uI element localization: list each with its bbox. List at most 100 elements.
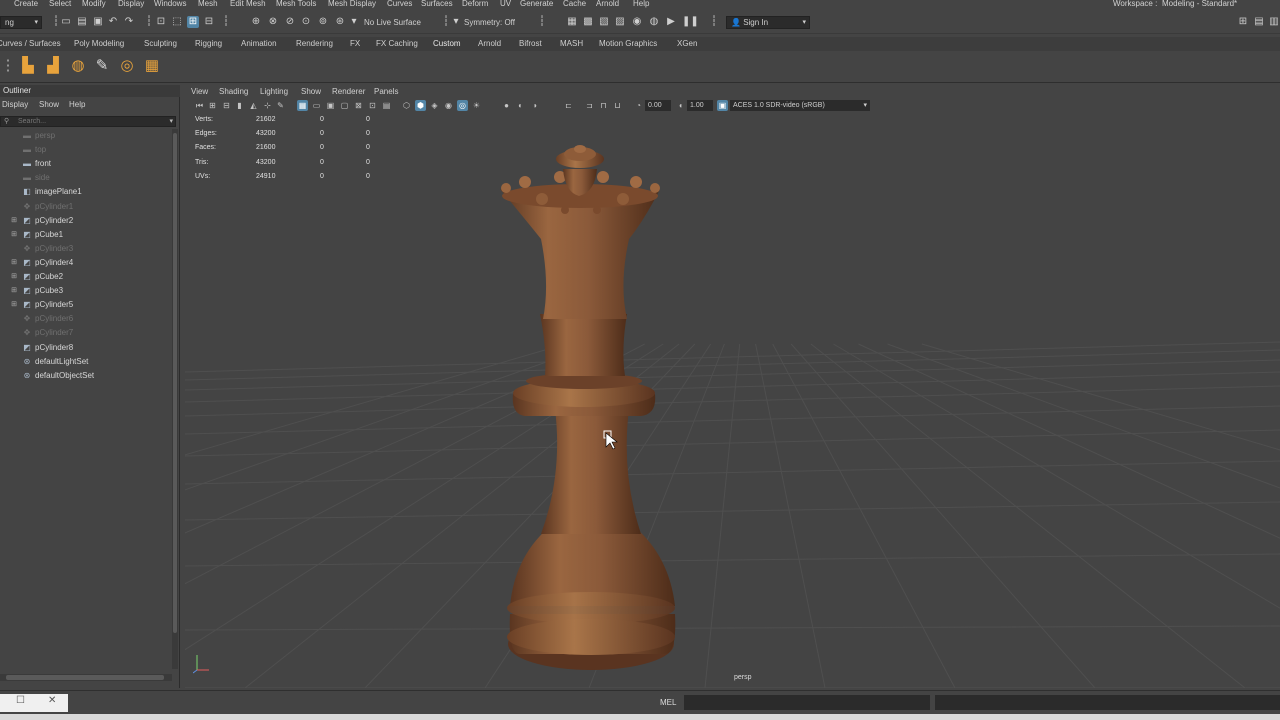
outliner-vertical-scrollbar[interactable] <box>172 129 178 669</box>
smooth-shade-icon[interactable]: ⬢ <box>415 100 426 111</box>
render-setup-icon[interactable]: ▶ <box>665 16 677 28</box>
shelf-tool-2-icon[interactable]: ▟ <box>43 56 63 76</box>
hypershade-icon[interactable]: ◍ <box>648 16 660 28</box>
chevron-down-icon[interactable]: ▾ <box>348 16 360 28</box>
shelf-tab-mash[interactable]: MASH <box>560 39 583 48</box>
outliner-item-pcube3[interactable]: ⊞ ◩ pCube3 <box>0 284 172 298</box>
save-scene-icon[interactable]: ▣ <box>92 16 104 28</box>
shelf-tab-fx[interactable]: FX <box>350 39 360 48</box>
outliner-item-pcube2[interactable]: ⊞ ◩ pCube2 <box>0 270 172 284</box>
sign-in-dropdown[interactable]: 👤 Sign In ▾ <box>726 16 810 29</box>
shelf-tab-motion-graphics[interactable]: Motion Graphics <box>599 39 657 48</box>
gate-mask-icon[interactable]: ▢ <box>339 100 350 111</box>
snap-view-plane-icon[interactable]: ⊙ <box>300 16 312 28</box>
menu-item-help[interactable]: Help <box>633 0 649 8</box>
outliner-horizontal-scrollbar[interactable] <box>0 674 172 681</box>
outliner-item-defaultobjectset[interactable]: ⊛ defaultObjectSet <box>0 369 172 383</box>
shelf-tool-4-icon[interactable]: ✎ <box>92 56 112 76</box>
outliner-item-top[interactable]: ▬ top <box>0 143 172 157</box>
safe-title-icon[interactable]: ▤ <box>381 100 392 111</box>
panel-menu-view[interactable]: View <box>191 87 208 96</box>
image-plane-toggle-icon[interactable]: ◭ <box>248 100 259 111</box>
menu-item-mesh[interactable]: Mesh <box>198 0 218 8</box>
maximize-icon[interactable]: ☐ <box>16 695 25 706</box>
motion-blur-icon[interactable]: ◐ <box>515 100 526 111</box>
panel-menu-show[interactable]: Show <box>301 87 321 96</box>
shelf-tool-5-icon[interactable]: ◎ <box>117 56 137 76</box>
shelf-tab-bifrost[interactable]: Bifrost <box>519 39 542 48</box>
panel-menu-lighting[interactable]: Lighting <box>260 87 288 96</box>
shelf-tab-xgen[interactable]: XGen <box>677 39 697 48</box>
pause-icon[interactable]: ❚❚ <box>682 16 699 28</box>
exposure-field[interactable]: 0.00 <box>645 100 671 111</box>
menu-item-create[interactable]: Create <box>14 0 38 8</box>
chevron-down-icon[interactable]: ▾ <box>450 16 462 28</box>
shelf-menu-icon[interactable]: ⋮ <box>0 56 18 76</box>
snap-grid-icon[interactable]: ⊕ <box>250 16 262 28</box>
two-d-pan-icon[interactable]: ⊹ <box>262 100 273 111</box>
scrollbar-thumb[interactable] <box>173 133 177 633</box>
outliner-item-persp[interactable]: ▬ persp <box>0 129 172 143</box>
film-gate-icon[interactable]: ▭ <box>311 100 322 111</box>
shelf-tab-rendering[interactable]: Rendering <box>296 39 333 48</box>
viewport-scene[interactable] <box>185 114 1280 688</box>
outliner-item-pcylinder3[interactable]: ✥ pCylinder3 <box>0 242 172 256</box>
scrollbar-thumb[interactable] <box>6 675 164 680</box>
select-lock-icon[interactable]: ⊟ <box>203 16 215 28</box>
outliner-menu-show[interactable]: Show <box>39 100 59 109</box>
gamma-field[interactable]: 1.00 <box>687 100 713 111</box>
use-all-lights-icon[interactable]: ◎ <box>457 100 468 111</box>
shelf-tab-custom[interactable]: Custom <box>433 39 461 48</box>
render-sequence-icon[interactable]: ▧ <box>598 16 610 28</box>
expand-icon[interactable]: ⊞ <box>10 298 18 312</box>
construction-history-icon[interactable]: ▦ <box>566 16 578 28</box>
outliner-menu-help[interactable]: Help <box>69 100 85 109</box>
menu-item-cache[interactable]: Cache <box>563 0 586 8</box>
outliner-item-pcylinder5[interactable]: ⊞ ◩ pCylinder5 <box>0 298 172 312</box>
menu-item-deform[interactable]: Deform <box>462 0 488 8</box>
wireframe-icon[interactable]: ⬡ <box>401 100 412 111</box>
expand-icon[interactable]: ⊞ <box>10 214 18 228</box>
menu-item-mesh-tools[interactable]: Mesh Tools <box>276 0 316 8</box>
xray-components-icon[interactable]: ⊔ <box>612 100 623 111</box>
exposure-icon[interactable]: ◔ <box>633 100 644 111</box>
shelf-tab-rigging[interactable]: Rigging <box>195 39 222 48</box>
xray-joints-icon[interactable]: ⊓ <box>598 100 609 111</box>
field-chart-icon[interactable]: ⊠ <box>353 100 364 111</box>
menu-item-uv[interactable]: UV <box>500 0 511 8</box>
menu-item-select[interactable]: Select <box>49 0 71 8</box>
xray-icon[interactable]: ⊐ <box>584 100 595 111</box>
outliner-item-pcylinder6[interactable]: ✥ pCylinder6 <box>0 312 172 326</box>
outliner-item-pcylinder7[interactable]: ✥ pCylinder7 <box>0 326 172 340</box>
live-surface-label[interactable]: No Live Surface <box>364 18 421 27</box>
shelf-tab-curves-surfaces[interactable]: Curves / Surfaces <box>0 39 61 48</box>
channel-box-icon[interactable]: ▥ <box>1268 16 1280 28</box>
outliner-search-input[interactable]: ⚲ Search... ▾ <box>0 116 176 127</box>
shelf-tab-sculpting[interactable]: Sculpting <box>144 39 177 48</box>
outliner-item-imageplane1[interactable]: ◧ imagePlane1 <box>0 185 172 199</box>
script-language-label[interactable]: MEL <box>660 698 676 707</box>
snap-point-icon[interactable]: ⊘ <box>284 16 296 28</box>
workspace-dropdown[interactable]: Modeling - Standard* <box>1162 0 1237 8</box>
shadows-icon[interactable]: ☀ <box>471 100 482 111</box>
outliner-item-pcylinder8[interactable]: ◩ pCylinder8 <box>0 341 172 355</box>
panel-menu-panels[interactable]: Panels <box>374 87 398 96</box>
menu-item-display[interactable]: Display <box>118 0 144 8</box>
menu-item-modify[interactable]: Modify <box>82 0 106 8</box>
chess-queen-model[interactable] <box>500 145 676 670</box>
grease-pencil-icon[interactable]: ✎ <box>275 100 286 111</box>
select-hierarchy-icon[interactable]: ⊡ <box>155 16 167 28</box>
redo-icon[interactable]: ↷ <box>123 16 135 28</box>
ambient-occlusion-icon[interactable]: ● <box>501 100 512 111</box>
camera-attributes-icon[interactable]: ⊟ <box>221 100 232 111</box>
anti-aliasing-icon[interactable]: ◑ <box>529 100 540 111</box>
lock-camera-icon[interactable]: ⊞ <box>207 100 218 111</box>
grid-toggle-icon[interactable]: ▦ <box>297 100 308 111</box>
chevron-down-icon[interactable]: ▾ <box>169 117 173 126</box>
outliner-item-pcylinder4[interactable]: ⊞ ◩ pCylinder4 <box>0 256 172 270</box>
outliner-menu-display[interactable]: Display <box>2 100 28 109</box>
open-scene-icon[interactable]: ▤ <box>76 16 88 28</box>
render-settings-icon[interactable]: ◉ <box>631 16 643 28</box>
shelf-tab-animation[interactable]: Animation <box>241 39 277 48</box>
outliner-item-pcube1[interactable]: ⊞ ◩ pCube1 <box>0 228 172 242</box>
